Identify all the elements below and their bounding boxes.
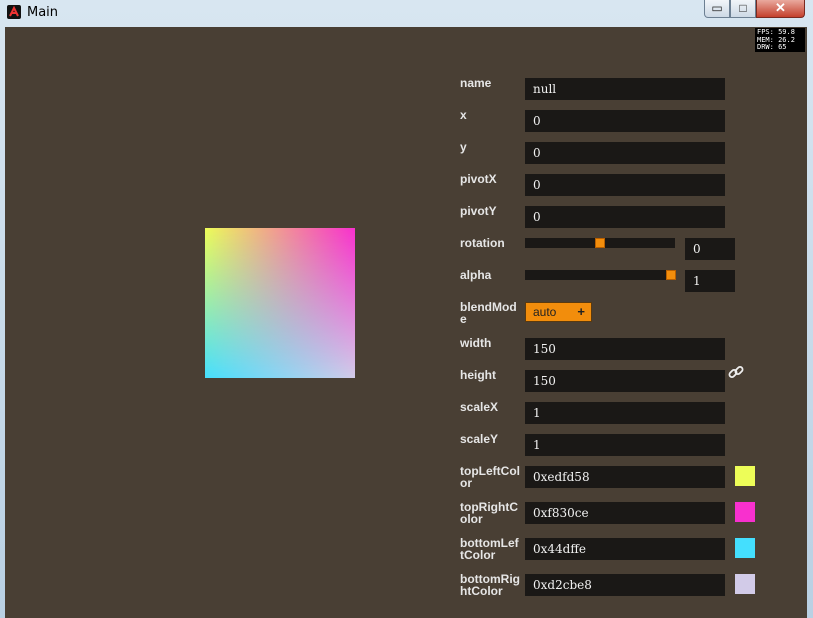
label-alpha: alpha	[460, 268, 492, 282]
width-input[interactable]: 150	[525, 338, 725, 360]
window: Main ▭ □ ✕ FPS: 59.8 MEM: 26.2 DRW: 65 n…	[0, 0, 813, 618]
label-pivot-x: pivotX	[460, 172, 497, 186]
bottom-right-color-swatch[interactable]	[735, 574, 755, 594]
bottom-left-color-input[interactable]: 0x44dffe	[525, 538, 725, 560]
scale-x-input[interactable]: 1	[525, 402, 725, 424]
top-left-color-input[interactable]: 0xedfd58	[525, 466, 725, 488]
draw-calls-readout: DRW: 65	[757, 43, 787, 52]
alpha-slider-thumb[interactable]	[665, 270, 676, 280]
minimize-icon: ▭	[711, 1, 723, 15]
label-x: x	[460, 108, 467, 122]
window-title: Main	[27, 5, 59, 20]
close-button[interactable]: ✕	[756, 0, 805, 18]
top-right-color-input[interactable]: 0xf830ce	[525, 502, 725, 524]
label-bottom-right-color: bottomRightColor	[460, 572, 520, 598]
label-rotation: rotation	[460, 236, 505, 250]
plus-icon: +	[577, 304, 585, 319]
stage: FPS: 59.8 MEM: 26.2 DRW: 65 name null x 0 y 0…	[5, 27, 807, 618]
name-input[interactable]: null	[525, 78, 725, 100]
stats-panel: FPS: 59.8 MEM: 26.2 DRW: 65	[755, 28, 805, 52]
rotation-input[interactable]: 0	[685, 238, 735, 260]
label-y: y	[460, 140, 467, 154]
label-pivot-y: pivotY	[460, 204, 497, 218]
blend-mode-dropdown[interactable]: auto +	[525, 302, 592, 322]
rotation-slider-thumb[interactable]	[595, 238, 605, 248]
scale-y-input[interactable]: 1	[525, 434, 725, 456]
top-right-color-swatch[interactable]	[735, 502, 755, 522]
pivot-x-input[interactable]: 0	[525, 174, 725, 196]
bottom-right-color-input[interactable]: 0xd2cbe8	[525, 574, 725, 596]
label-bottom-left-color: bottomLeftColor	[460, 536, 519, 562]
title-bar[interactable]: Main ▭ □ ✕	[0, 0, 813, 26]
height-input[interactable]: 150	[525, 370, 725, 392]
pivot-y-input[interactable]: 0	[525, 206, 725, 228]
label-top-left-color: topLeftColor	[460, 464, 520, 490]
label-scale-x: scaleX	[460, 400, 499, 414]
maximize-button[interactable]: □	[730, 0, 756, 18]
x-input[interactable]: 0	[525, 110, 725, 132]
link-icon[interactable]	[727, 363, 745, 381]
y-input[interactable]: 0	[525, 142, 725, 164]
label-name: name	[460, 76, 492, 90]
alpha-input[interactable]: 1	[685, 270, 735, 292]
alpha-slider[interactable]	[525, 270, 676, 280]
bottom-left-color-swatch[interactable]	[735, 538, 755, 558]
app-logo-icon	[7, 5, 21, 19]
label-height: height	[460, 368, 496, 382]
maximize-icon: □	[739, 1, 747, 15]
gradient-sprite[interactable]	[205, 228, 355, 378]
label-top-right-color: topRightColor	[460, 500, 518, 526]
rotation-slider[interactable]	[525, 238, 675, 248]
top-left-color-swatch[interactable]	[735, 466, 755, 486]
minimize-button[interactable]: ▭	[704, 0, 730, 18]
blend-mode-value: auto	[533, 305, 557, 319]
label-scale-y: scaleY	[460, 432, 499, 446]
label-width: width	[460, 336, 492, 350]
close-icon: ✕	[775, 0, 786, 15]
label-blend-mode: blendMode	[460, 300, 517, 326]
